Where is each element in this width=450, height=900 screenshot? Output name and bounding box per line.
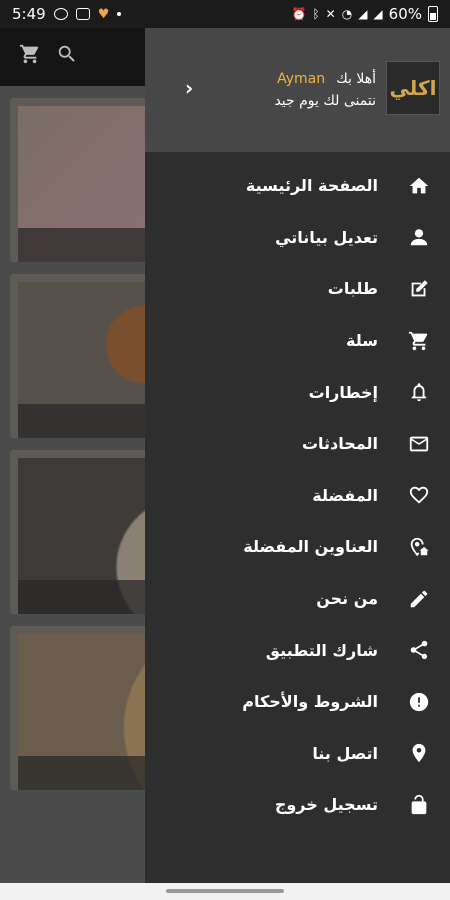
mail-icon xyxy=(406,431,432,457)
menu-item-label: إخطارات xyxy=(308,382,378,402)
wifi-icon: ◔ xyxy=(341,7,353,21)
brand-logo: اكلي xyxy=(386,61,440,115)
menu-item-label: الشروط والأحكام xyxy=(242,692,378,712)
location-home-icon xyxy=(406,534,432,560)
menu-item-logout[interactable]: تسجيل خروج xyxy=(145,779,450,831)
menu-item-label: سلة xyxy=(346,331,378,351)
search-icon[interactable] xyxy=(56,43,78,71)
menu-item-label: طلبات xyxy=(327,279,378,299)
menu-item-messages[interactable]: المحادثات xyxy=(145,418,450,470)
menu-item-home[interactable]: الصفحة الرئيسية xyxy=(145,160,450,212)
pencil-icon xyxy=(406,586,432,612)
menu-item-label: تعديل بياناتي xyxy=(275,227,378,247)
cart-icon[interactable] xyxy=(18,43,42,71)
edit-icon xyxy=(406,276,432,302)
menu-item-cart[interactable]: سلة xyxy=(145,315,450,367)
chevron-right-icon[interactable]: › xyxy=(185,76,193,100)
unlock-icon xyxy=(406,792,432,818)
menu-item-label: شارك التطبيق xyxy=(265,640,378,660)
share-icon xyxy=(406,637,432,663)
menu-item-favorites[interactable]: المفضلة xyxy=(145,470,450,522)
heart-icon: ♥ xyxy=(97,6,110,22)
menu-item-terms[interactable]: الشروط والأحكام xyxy=(145,676,450,728)
greeting-text: أهلا بك xyxy=(336,71,376,87)
clock: 5:49 xyxy=(12,5,46,23)
alarm-icon: ⏰ xyxy=(291,7,307,21)
mute-icon: ✕ xyxy=(325,7,336,21)
status-bar: 5:49 ♥ ⏰ ᛒ ✕ ◔ ◢ ◢ 60% xyxy=(0,0,450,28)
battery-icon xyxy=(428,6,438,22)
menu-item-label: المفضلة xyxy=(312,485,378,505)
signal-icon: ◢ xyxy=(358,7,368,21)
menu-item-share-app[interactable]: شارك التطبيق xyxy=(145,624,450,676)
wish-text: نتمنى لك يوم جيد xyxy=(274,93,376,109)
bluetooth-icon: ᛒ xyxy=(312,7,320,21)
bell-icon xyxy=(406,379,432,405)
menu-item-label: المحادثات xyxy=(301,434,378,454)
user-greeting: أهلا بك Ayman نتمنى لك يوم جيد xyxy=(274,68,376,109)
user-icon xyxy=(406,224,432,250)
location-pin-icon xyxy=(406,740,432,766)
image-icon xyxy=(75,8,90,20)
menu-item-edit-profile[interactable]: تعديل بياناتي xyxy=(145,212,450,264)
cart-icon xyxy=(406,328,432,354)
signal-icon-2: ◢ xyxy=(373,7,383,21)
home-gesture-handle[interactable] xyxy=(166,889,284,893)
menu-item-label: اتصل بنا xyxy=(312,743,378,763)
user-name: Ayman xyxy=(277,71,326,87)
heart-icon xyxy=(406,482,432,508)
battery-percent: 60% xyxy=(388,5,422,23)
menu-item-label: من نحن xyxy=(316,589,378,609)
system-nav-bar xyxy=(0,883,450,900)
navigation-drawer: اكلي أهلا بك Ayman نتمنى لك يوم جيد › ال… xyxy=(145,28,450,883)
menu-item-notifications[interactable]: إخطارات xyxy=(145,366,450,418)
menu-item-label: العناوين المفضلة xyxy=(243,537,378,557)
drawer-header: اكلي أهلا بك Ayman نتمنى لك يوم جيد › xyxy=(145,28,450,152)
menu-item-label: الصفحة الرئيسية xyxy=(245,176,378,196)
menu-item-label: تسجيل خروج xyxy=(274,795,378,815)
dot-icon xyxy=(117,12,122,16)
menu-item-orders[interactable]: طلبات xyxy=(145,263,450,315)
menu-item-contact-us[interactable]: اتصل بنا xyxy=(145,728,450,780)
menu-item-about-us[interactable]: من نحن xyxy=(145,573,450,625)
alert-icon xyxy=(406,689,432,715)
menu-item-saved-addresses[interactable]: العناوين المفضلة xyxy=(145,521,450,573)
whatsapp-icon xyxy=(53,8,68,20)
drawer-menu: الصفحة الرئيسية تعديل بياناتي طلبات سلة … xyxy=(145,152,450,831)
home-icon xyxy=(406,173,432,199)
